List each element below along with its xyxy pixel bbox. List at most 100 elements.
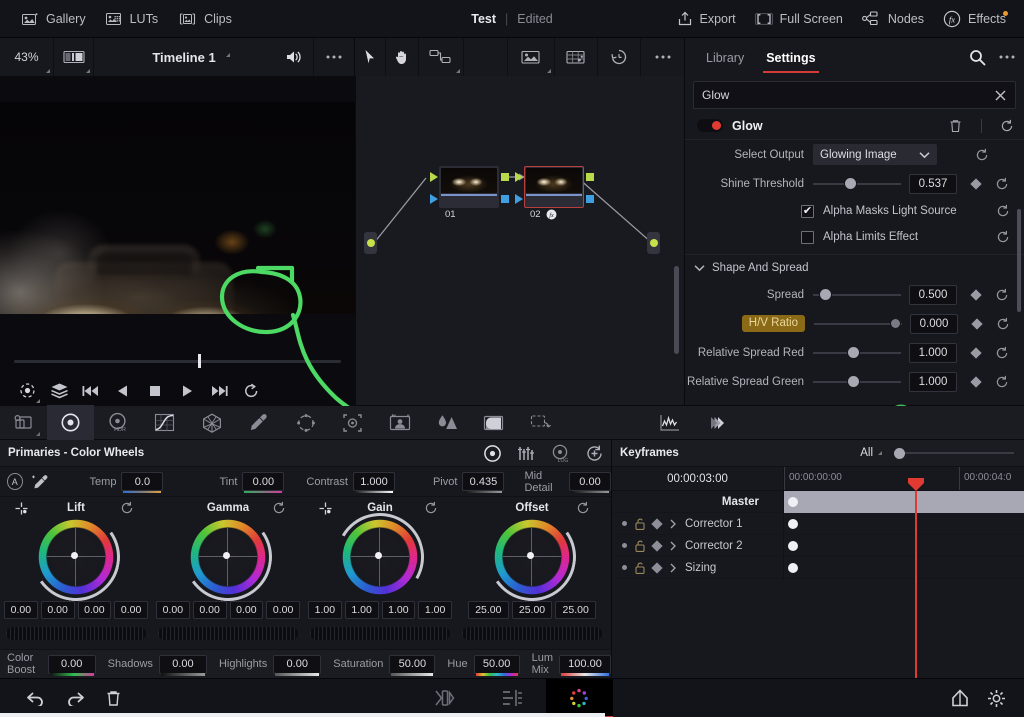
offset-wheel-handle[interactable] xyxy=(527,552,534,559)
effects-button[interactable]: fx Effects xyxy=(935,6,1014,32)
palette-hdr-wheels[interactable]: HDR xyxy=(94,405,141,440)
palette-blur[interactable] xyxy=(423,405,470,440)
corrector-2-track[interactable] xyxy=(784,535,1024,557)
gamma-g-value[interactable]: 0.00 xyxy=(229,601,264,619)
palette-power-window[interactable] xyxy=(282,405,329,440)
gamma-color-wheel[interactable] xyxy=(177,506,279,608)
palette-color-warper[interactable] xyxy=(188,405,235,440)
node-output-terminal[interactable] xyxy=(647,232,660,254)
luts-button[interactable]: LUTs xyxy=(98,8,166,30)
node-02-key-output-port[interactable] xyxy=(586,195,594,203)
jump-start-button[interactable] xyxy=(76,378,106,404)
node-02[interactable]: 02 fx xyxy=(524,166,584,221)
gain-master-gauge[interactable] xyxy=(310,627,450,640)
keyframe-diamond-icon[interactable] xyxy=(651,539,663,552)
gamma-reset[interactable] xyxy=(272,501,286,515)
keyframe-row-corrector-1[interactable]: Corrector 1 xyxy=(612,512,1024,535)
node-options-button[interactable] xyxy=(641,38,684,76)
relative-spread-green-keyframe-button[interactable] xyxy=(963,375,989,388)
keyframes-zoom-slider[interactable] xyxy=(894,447,1014,459)
keyframes-filter-dropdown[interactable]: All xyxy=(860,447,882,459)
jump-end-button[interactable] xyxy=(204,378,234,404)
contrast-field[interactable]: 1.000 xyxy=(352,472,395,493)
shine-threshold-keyframe-button[interactable] xyxy=(963,177,989,190)
node-01-key-output-port[interactable] xyxy=(501,195,509,203)
play-reverse-button[interactable] xyxy=(108,378,138,404)
auto-balance-button[interactable]: A xyxy=(7,473,23,490)
log-wheels-button[interactable]: LOG xyxy=(543,440,577,467)
chevron-right-icon[interactable] xyxy=(669,541,677,551)
spread-keyframe-button[interactable] xyxy=(963,288,989,301)
keyframes-playhead-handle[interactable] xyxy=(908,478,924,491)
gain-picker-icon[interactable] xyxy=(318,501,333,516)
trash-icon[interactable] xyxy=(949,119,962,133)
relative-spread-green-slider[interactable] xyxy=(813,376,901,388)
node-graph-button[interactable] xyxy=(419,38,465,76)
gamma-r-value[interactable]: 0.00 xyxy=(192,601,227,619)
gain-color-wheel[interactable] xyxy=(326,503,434,611)
sizing-keyframe-marker[interactable] xyxy=(788,562,798,573)
saturation-field[interactable]: 50.00 xyxy=(389,654,436,676)
lift-wheel-handle[interactable] xyxy=(71,552,78,559)
auto-picker-icon[interactable] xyxy=(31,474,50,490)
settings-gear-icon[interactable] xyxy=(987,689,1006,708)
gallery-button[interactable]: Gallery xyxy=(14,8,94,30)
gain-b-value[interactable]: 1.00 xyxy=(418,601,452,619)
gamma-y-value[interactable]: 0.00 xyxy=(156,601,190,619)
hue-field[interactable]: 50.00 xyxy=(473,654,520,676)
keyframe-row-master[interactable]: Master xyxy=(612,490,1024,513)
select-tool-button[interactable] xyxy=(355,38,387,76)
shadows-field[interactable]: 0.00 xyxy=(158,654,207,676)
stop-button[interactable] xyxy=(140,378,170,404)
viewer-scrubber-track[interactable] xyxy=(14,360,341,363)
pan-tool-button[interactable] xyxy=(386,38,420,76)
slider-knob[interactable] xyxy=(844,178,856,189)
keyframe-row-corrector-2[interactable]: Corrector 2 xyxy=(612,534,1024,557)
temp-field[interactable]: 0.0 xyxy=(121,472,164,493)
highlights-field[interactable]: 0.00 xyxy=(273,654,322,676)
relative-spread-red-slider[interactable] xyxy=(813,347,901,359)
node-editor[interactable]: 01 02 fx xyxy=(355,76,685,405)
alpha-masks-reset[interactable] xyxy=(990,204,1016,218)
tab-settings[interactable]: Settings xyxy=(755,41,826,74)
gamma-wheel-handle[interactable] xyxy=(223,552,230,559)
hv-ratio-slider[interactable] xyxy=(814,318,902,330)
edit-page-button[interactable] xyxy=(479,679,546,717)
inspector-scrollbar[interactable] xyxy=(1017,209,1021,312)
palette-magic-mask[interactable] xyxy=(376,405,423,440)
cut-page-button[interactable] xyxy=(412,679,479,717)
viewer-playhead[interactable] xyxy=(198,354,201,368)
palette-key[interactable] xyxy=(470,405,517,440)
gamma-b-value[interactable]: 0.00 xyxy=(266,601,300,619)
spread-reset[interactable] xyxy=(989,288,1015,302)
hv-ratio-keyframe-button[interactable] xyxy=(964,317,990,330)
search-icon[interactable] xyxy=(969,49,986,66)
lock-icon[interactable] xyxy=(635,562,645,574)
offset-b-value[interactable]: 25.00 xyxy=(555,601,597,619)
lift-master-gauge[interactable] xyxy=(6,627,146,640)
palette-qualifier[interactable] xyxy=(235,405,282,440)
lift-y-value[interactable]: 0.00 xyxy=(4,601,38,619)
timeline-name[interactable]: Timeline 1 xyxy=(94,50,274,65)
hv-ratio-reset[interactable] xyxy=(990,317,1016,331)
gain-r-value[interactable]: 1.00 xyxy=(344,601,379,619)
relative-spread-green-reset[interactable] xyxy=(989,375,1015,389)
spread-value[interactable]: 0.500 xyxy=(909,284,957,305)
master-track[interactable] xyxy=(784,490,1024,513)
alpha-masks-checkbox[interactable]: ✔ xyxy=(801,204,814,218)
effect-search-row[interactable] xyxy=(693,81,1016,109)
glow-enable-toggle[interactable] xyxy=(697,119,723,132)
select-output-reset[interactable] xyxy=(969,148,995,162)
nodes-button[interactable]: Nodes xyxy=(854,7,932,30)
select-output-dropdown[interactable]: Glowing Image xyxy=(813,144,937,165)
close-icon[interactable] xyxy=(994,89,1007,102)
color-page-button[interactable] xyxy=(545,678,613,717)
section-shape-and-spread[interactable]: Shape And Spread xyxy=(685,254,1024,280)
primaries-wheels-button[interactable] xyxy=(475,440,509,467)
shine-threshold-slider[interactable] xyxy=(813,178,901,190)
lift-picker-icon[interactable] xyxy=(14,501,29,516)
lift-r-value[interactable]: 0.00 xyxy=(40,601,75,619)
viewer-audio-button[interactable] xyxy=(274,38,314,76)
color-boost-field[interactable]: 0.00 xyxy=(47,654,96,676)
palette-scopes[interactable] xyxy=(646,405,693,440)
